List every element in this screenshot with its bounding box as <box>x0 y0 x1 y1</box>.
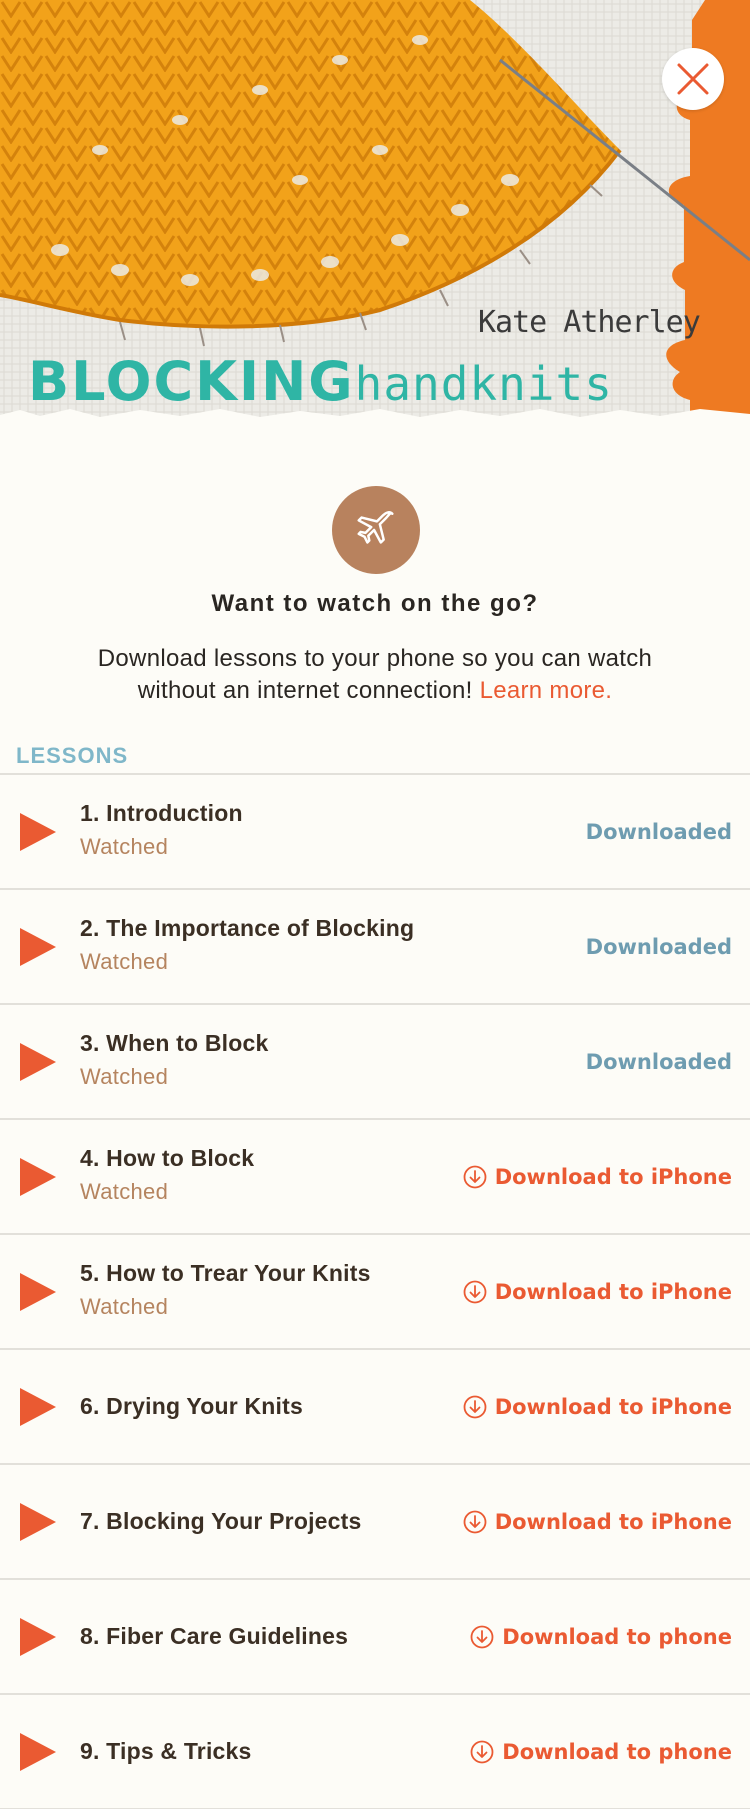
hero-banner: Kate Atherley BLOCKINGhandknits <box>0 0 750 425</box>
play-icon[interactable] <box>20 1732 56 1771</box>
hero-title-main: BLOCKING <box>28 350 355 413</box>
action-label: Download to iPhone <box>494 1164 732 1189</box>
download-arrow-icon <box>463 1280 487 1304</box>
play-icon[interactable] <box>20 1272 56 1311</box>
downloaded-label: Downloaded <box>586 820 732 844</box>
learn-more-link[interactable]: Learn more. <box>480 677 613 704</box>
hero-title: BLOCKINGhandknits <box>28 350 613 413</box>
action-label: Downloaded <box>585 934 732 959</box>
lesson-title[interactable]: 4. How to Block <box>80 1145 254 1172</box>
action-label: Download to phone <box>502 1739 732 1764</box>
airplane-icon <box>357 511 394 544</box>
play-icon[interactable] <box>20 1042 56 1081</box>
lesson-row[interactable]: 6. Drying Your Knits Download to iPhone <box>0 1350 750 1465</box>
lesson-title[interactable]: 2. The Importance of Blocking <box>80 915 414 942</box>
download-arrow-icon <box>463 1510 487 1534</box>
downloaded-label: Downloaded <box>586 935 732 959</box>
play-icon[interactable] <box>20 927 56 966</box>
promo-heading: Want to watch on the go? <box>211 590 539 617</box>
lesson-row[interactable]: 2. The Importance of Blocking Watched Down… <box>0 890 750 1005</box>
download-arrow-icon <box>470 1625 494 1649</box>
lesson-title[interactable]: 3. When to Block <box>80 1030 269 1057</box>
lesson-status: Watched <box>80 834 169 859</box>
close-icon <box>677 63 709 95</box>
action-label: Download to phone <box>502 1624 732 1649</box>
download-button[interactable]: Download to phone <box>470 1740 732 1764</box>
download-button[interactable]: Download to phone <box>470 1625 732 1649</box>
lessons-list: 1. Introduction Watched Downloaded 2. The I… <box>0 773 750 1809</box>
action-label: Download to iPhone <box>494 1509 732 1534</box>
download-arrow-icon <box>463 1395 487 1419</box>
hero-author: Kate Atherley <box>478 305 701 340</box>
play-icon[interactable] <box>20 1387 56 1426</box>
promo-body: Download lessons to your phone so you ca… <box>60 643 690 707</box>
lesson-title[interactable]: 8. Fiber Care Guidelines <box>80 1623 348 1650</box>
lesson-status: Watched <box>80 1294 169 1319</box>
lesson-title[interactable]: 7. Blocking Your Projects <box>80 1508 362 1535</box>
download-button[interactable]: Download to iPhone <box>463 1280 732 1304</box>
promo-icon-circle <box>332 486 420 574</box>
lesson-row[interactable]: 5. How to Trear Your Knits Watched Downloa… <box>0 1235 750 1350</box>
lesson-status: Watched <box>80 1064 169 1089</box>
downloaded-label: Downloaded <box>586 1050 732 1074</box>
download-button[interactable]: Download to iPhone <box>463 1510 732 1534</box>
lessons-section-label: LESSONS <box>16 743 129 768</box>
download-button[interactable]: Download to iPhone <box>463 1165 732 1189</box>
action-label: Download to iPhone <box>494 1279 732 1304</box>
lesson-status: Watched <box>80 1179 169 1204</box>
lesson-title[interactable]: 6. Drying Your Knits <box>80 1393 303 1420</box>
download-arrow-icon <box>463 1165 487 1189</box>
action-label: Downloaded <box>585 819 732 844</box>
download-button[interactable]: Download to iPhone <box>463 1395 732 1419</box>
download-arrow-icon <box>470 1740 494 1764</box>
play-icon[interactable] <box>20 1502 56 1541</box>
lesson-row[interactable]: 3. When to Block Watched Downloaded <box>0 1005 750 1120</box>
lesson-row[interactable]: 1. Introduction Watched Downloaded <box>0 775 750 890</box>
close-button[interactable] <box>662 48 724 110</box>
lesson-title[interactable]: 5. How to Trear Your Knits <box>80 1260 371 1287</box>
hero-title-script: handknits <box>354 357 613 411</box>
play-icon[interactable] <box>20 1157 56 1196</box>
lesson-row[interactable]: 9. Tips & Tricks Download to phone <box>0 1695 750 1809</box>
lesson-title[interactable]: 9. Tips & Tricks <box>80 1738 252 1765</box>
action-label: Downloaded <box>585 1049 732 1074</box>
action-label: Download to iPhone <box>494 1394 732 1419</box>
lesson-title[interactable]: 1. Introduction <box>80 800 243 827</box>
lesson-row[interactable]: 7. Blocking Your Projects Download to iPh… <box>0 1465 750 1580</box>
play-icon[interactable] <box>20 1617 56 1656</box>
lesson-row[interactable]: 4. How to Block Watched Download to iPhone <box>0 1120 750 1235</box>
play-icon[interactable] <box>20 812 56 851</box>
lesson-row[interactable]: 8. Fiber Care Guidelines Download to phon… <box>0 1580 750 1695</box>
lesson-status: Watched <box>80 949 169 974</box>
